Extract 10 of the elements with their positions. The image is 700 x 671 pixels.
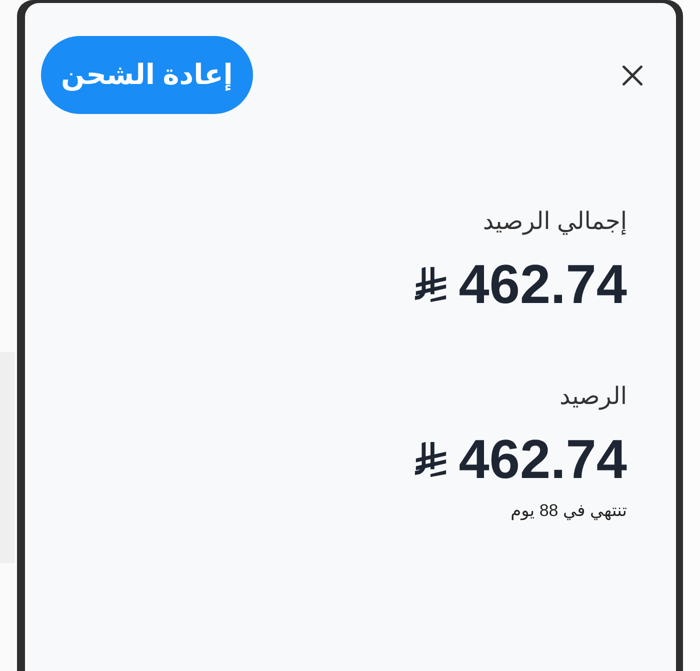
balance-amount: 462.74 xyxy=(458,429,627,490)
riyal-sign-icon xyxy=(412,266,448,302)
balance-label: إجمالي الرصيد xyxy=(482,208,627,237)
riyal-sign-icon xyxy=(412,442,448,477)
recharge-button[interactable]: إعادة الشحن xyxy=(41,36,253,114)
balance-amount: 462.74 xyxy=(458,254,627,314)
expiry-note: تنتهي في 88 يوم xyxy=(510,500,627,521)
close-button[interactable] xyxy=(622,64,643,86)
close-icon xyxy=(622,64,643,86)
balance-label: الرصيد xyxy=(558,383,627,412)
